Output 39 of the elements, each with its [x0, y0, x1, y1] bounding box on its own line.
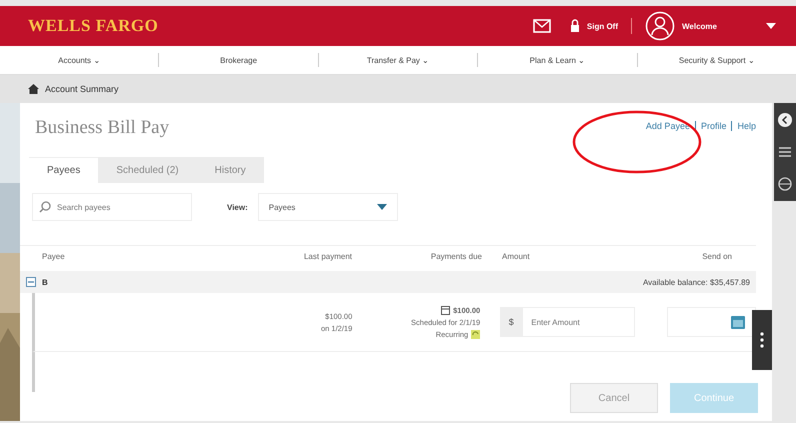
column-header: Amount	[501, 252, 531, 261]
column-header: Last payment	[302, 252, 352, 261]
nav-item[interactable]: Plan & Learn ⌄	[478, 56, 637, 64]
group-name: B	[42, 278, 48, 286]
search-field[interactable]: Search payees	[32, 193, 192, 221]
lock-icon	[570, 19, 580, 33]
nav-item[interactable]: Transfer & Pay ⌄	[318, 56, 478, 64]
mail-icon[interactable]	[532, 19, 551, 33]
view-dropdown[interactable]: Payees	[258, 193, 398, 221]
home-icon[interactable]	[28, 84, 39, 94]
calendar-icon[interactable]	[731, 316, 745, 328]
list-icon[interactable]	[779, 146, 791, 158]
recurring-icon	[471, 330, 480, 338]
column-header: Payments due	[430, 252, 482, 261]
breadcrumb-link[interactable]: Account Summary	[45, 84, 119, 94]
search-icon	[39, 201, 51, 213]
nav-item[interactable]: Accounts ⌄	[0, 56, 158, 64]
more-icon	[760, 332, 764, 348]
calendar-icon	[441, 306, 450, 314]
welcome-text: Welcome	[682, 22, 717, 30]
caret-icon[interactable]	[766, 23, 776, 29]
dropdown-arrow-icon	[376, 204, 387, 210]
amount-field[interactable]: Enter Amount	[522, 307, 636, 337]
column-header: Payee	[41, 252, 66, 261]
nav-item[interactable]: Brokerage	[159, 56, 318, 64]
collapse-icon[interactable]	[26, 277, 36, 287]
view-label: View:	[227, 202, 248, 212]
more-options-button[interactable]	[752, 310, 772, 370]
sign-off-link[interactable]: Sign Off	[586, 22, 618, 30]
column-header: Send on	[701, 252, 732, 261]
available-balance: Available balance: $35,457.89	[642, 278, 750, 286]
header-link[interactable]: Help	[737, 121, 756, 131]
user-avatar-icon[interactable]	[645, 11, 676, 41]
logo[interactable]: WELLS FARGO	[28, 16, 158, 36]
nav-item[interactable]: Security & Support ⌄	[638, 56, 796, 64]
page-title: Business Bill Pay	[35, 117, 170, 139]
chevron-icon[interactable]	[778, 112, 792, 127]
currency-label: $	[500, 307, 522, 337]
header-link[interactable]: Profile	[700, 121, 726, 131]
